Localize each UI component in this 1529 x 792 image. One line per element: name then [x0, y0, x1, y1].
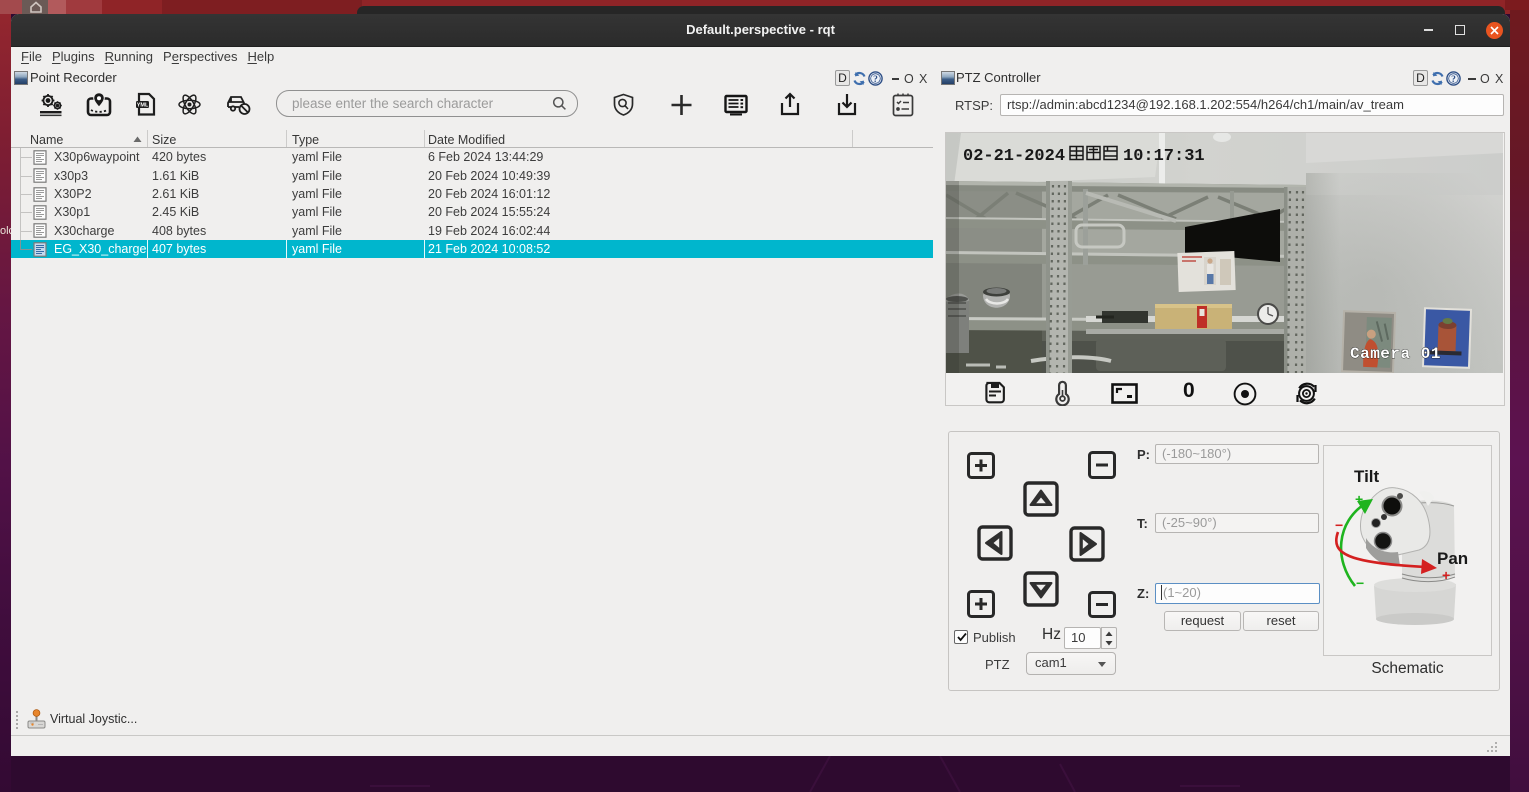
svg-text:Camera 01: Camera 01 [1350, 345, 1441, 363]
svg-text:02-21-2024: 02-21-2024 [963, 147, 1065, 166]
svg-text:?: ? [1451, 75, 1456, 85]
svg-text:−: − [1335, 517, 1343, 533]
svg-text:Pan: Pan [1437, 549, 1468, 568]
svg-text:Tilt: Tilt [1354, 467, 1380, 486]
svg-text:+: + [1442, 567, 1450, 583]
svg-text:−: − [1356, 575, 1364, 591]
svg-text:YML: YML [137, 103, 149, 109]
svg-text:?: ? [873, 75, 878, 85]
svg-text:10:17:31: 10:17:31 [1123, 147, 1205, 166]
